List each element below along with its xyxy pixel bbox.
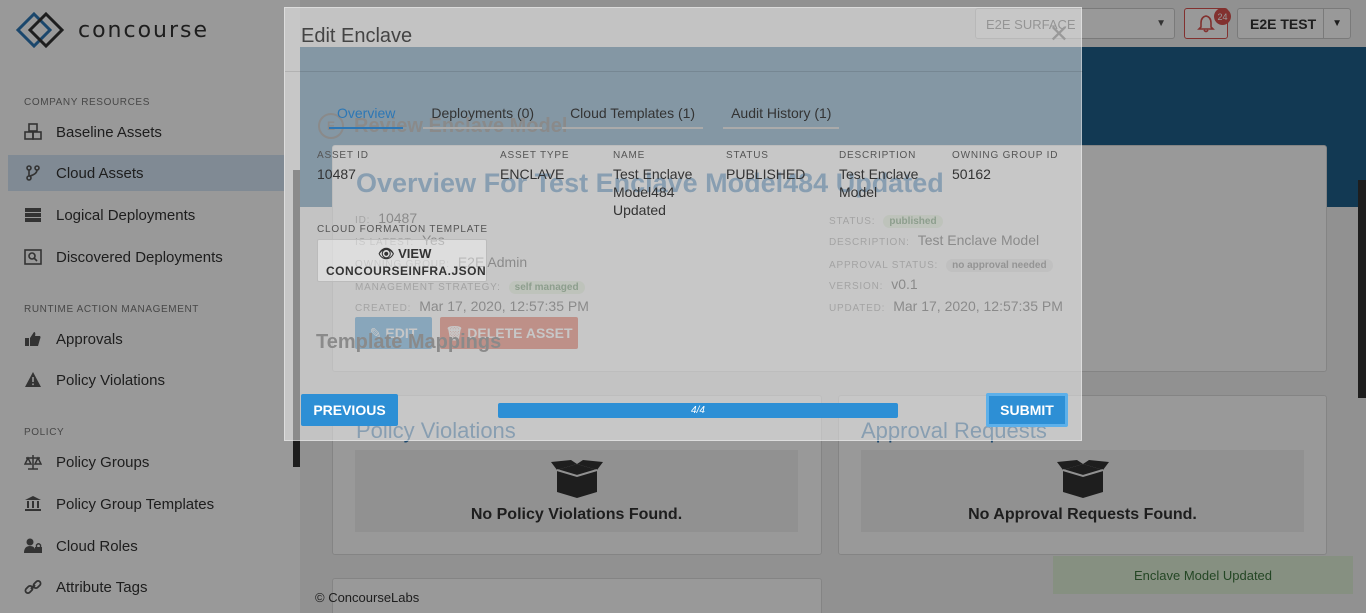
previous-button[interactable]: PREVIOUS (301, 394, 398, 426)
field-value-owning-group-id: 50162 (952, 166, 991, 182)
modal-title: Edit Enclave (301, 25, 413, 47)
tab-deployments[interactable]: Deployments (0) (423, 105, 543, 129)
field-label-cloud-formation-template: CLOUD FORMATION TEMPLATE (317, 224, 488, 235)
field-label-name: NAME (613, 150, 646, 161)
tab-audit-history[interactable]: Audit History (1) (723, 105, 840, 129)
template-filename: CONCOURSEINFRA.JSON (326, 264, 487, 278)
cloud-formation-template-card[interactable]: 👁 VIEW CONCOURSEINFRA.JSON (317, 239, 487, 282)
tab-cloud-templates[interactable]: Cloud Templates (1) (562, 105, 704, 129)
modal-tabs: Overview Deployments (0) Cloud Templates… (329, 105, 840, 129)
field-value-name: Test Enclave Model484 Updated (613, 166, 693, 218)
tab-overview[interactable]: Overview (329, 105, 404, 129)
edit-enclave-modal: Edit Enclave ✕ Overview Deployments (0) … (284, 7, 1083, 441)
divider (285, 71, 1083, 72)
field-value-asset-type: ENCLAVE (500, 166, 565, 182)
view-link[interactable]: 👁 VIEW (378, 246, 431, 262)
field-label-status: STATUS (726, 150, 769, 161)
field-label-asset-id: ASSET ID (317, 150, 369, 161)
close-icon[interactable]: ✕ (1049, 20, 1069, 49)
field-value-description: Test Enclave Model (839, 166, 919, 200)
field-label-description: DESCRIPTION (839, 150, 917, 161)
submit-button[interactable]: SUBMIT (986, 393, 1068, 427)
field-value-status: PUBLISHED (726, 166, 806, 182)
field-value-asset-id: 10487 (317, 166, 356, 182)
step-progress-bar: 4/4 (498, 403, 898, 418)
field-label-asset-type: ASSET TYPE (500, 150, 570, 161)
eye-icon: 👁 (378, 246, 395, 261)
field-label-owning-group-id: OWNING GROUP ID (952, 150, 1059, 161)
